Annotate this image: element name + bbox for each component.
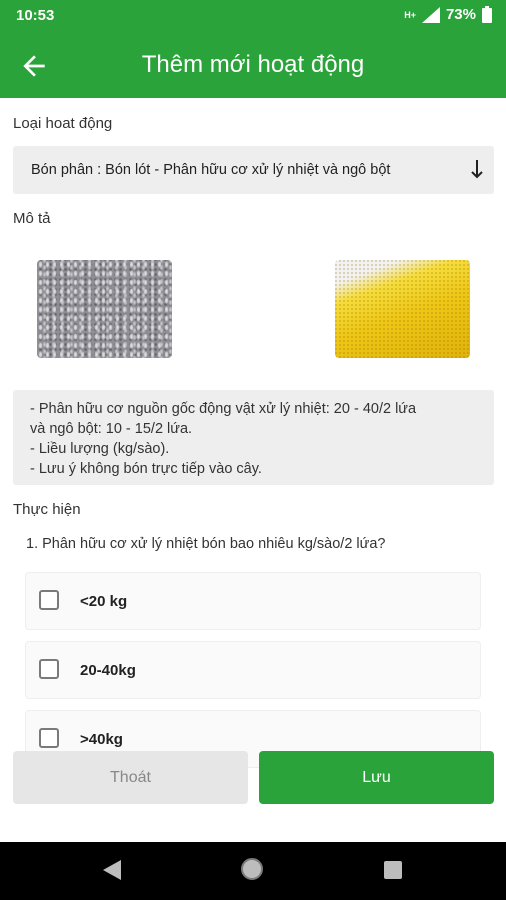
status-icons: H+ 73% — [404, 6, 492, 23]
checkbox[interactable] — [39, 659, 59, 679]
arrow-down-icon — [471, 160, 483, 179]
battery-percent: 73% — [445, 6, 476, 23]
status-time: 10:53 — [16, 7, 55, 24]
perform-label: Thực hiện — [13, 501, 81, 518]
page-title: Thêm mới hoạt động — [141, 51, 365, 78]
status-bar: 10:53 H+ 73% — [0, 0, 506, 32]
network-type-label: H+ — [404, 9, 416, 20]
save-button[interactable]: Lưu — [259, 751, 494, 804]
fertilizer-pellets-image — [37, 260, 172, 358]
description-line: - Lưu ý không bón trực tiếp vào cây. — [30, 461, 262, 477]
activity-type-value: Bón phân : Bón lót - Phân hữu cơ xử lý n… — [31, 162, 391, 178]
option-label: 20-40kg — [80, 662, 136, 679]
description-line: - Phân hữu cơ nguồn gốc động vật xử lý n… — [30, 401, 417, 417]
description-label: Mô tả — [13, 210, 51, 227]
navigation-bar — [0, 842, 506, 900]
battery-icon — [482, 6, 492, 23]
activity-type-label: Loại hoat động — [13, 115, 113, 132]
app-bar: Thêm mới hoạt động — [0, 32, 506, 98]
checkbox[interactable] — [39, 590, 59, 610]
option-label: >40kg — [80, 731, 123, 748]
nav-back-icon[interactable] — [101, 858, 123, 882]
nav-home-icon[interactable] — [241, 858, 263, 880]
activity-type-select[interactable]: Bón phân : Bón lót - Phân hữu cơ xử lý n… — [13, 146, 494, 194]
description-line: - Liều lượng (kg/sào). — [30, 441, 170, 457]
description-line: và ngô bột: 10 - 15/2 lứa. — [30, 421, 193, 437]
description-box: - Phân hữu cơ nguồn gốc động vật xử lý n… — [13, 390, 494, 485]
checkbox[interactable] — [39, 728, 59, 748]
exit-button[interactable]: Thoát — [13, 751, 248, 804]
option-label: <20 kg — [80, 593, 128, 610]
signal-icon — [421, 6, 440, 23]
nav-recents-icon[interactable] — [384, 861, 402, 879]
option-item[interactable]: <20 kg — [25, 572, 481, 630]
question-text: 1. Phân hữu cơ xử lý nhiệt bón bao nhiêu… — [26, 536, 386, 552]
cornmeal-image — [335, 260, 470, 358]
option-item[interactable]: 20-40kg — [25, 641, 481, 699]
